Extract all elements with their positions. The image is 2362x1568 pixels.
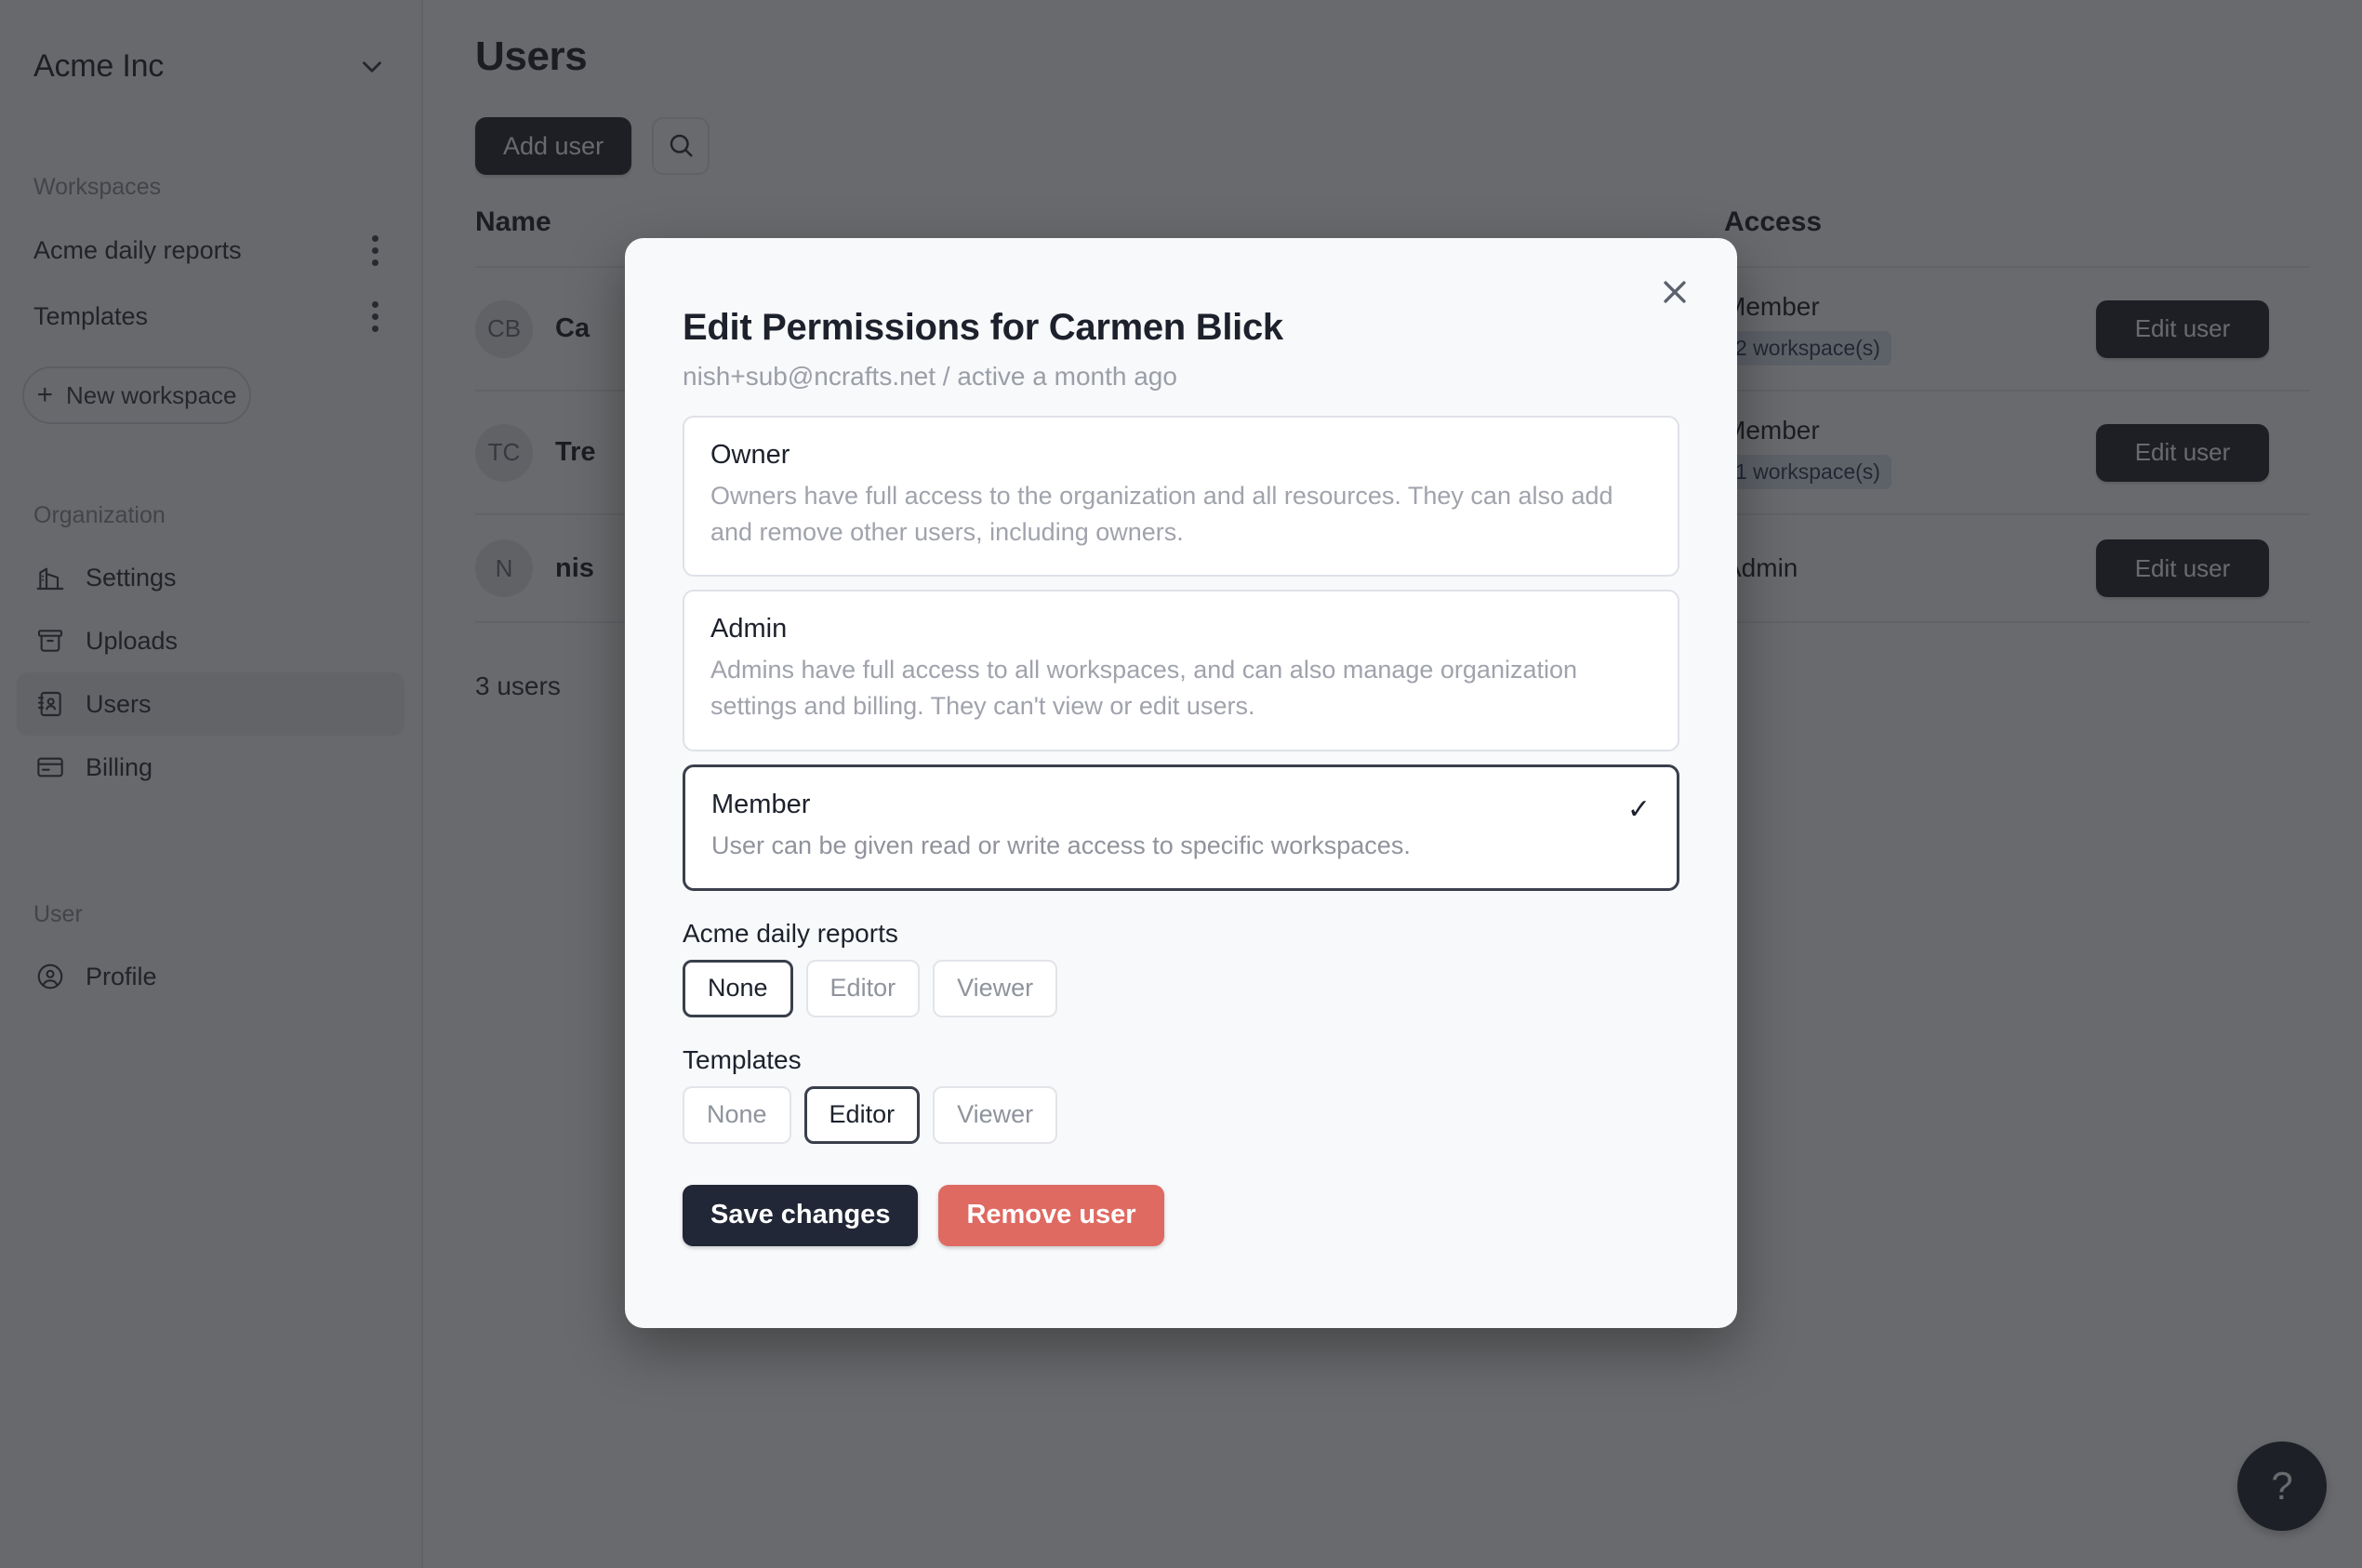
remove-user-button[interactable]: Remove user [938,1184,1164,1246]
permission-option-editor[interactable]: Editor [805,959,921,1017]
app-root: Acme Inc Workspaces Acme daily reports T… [0,0,2362,1568]
modal-title: Edit Permissions for Carmen Blick [683,307,1283,348]
permission-option-viewer[interactable]: Viewer [933,1085,1058,1144]
role-name: Owner [710,440,790,470]
workspace-permission-label: Templates [683,1044,802,1074]
permission-option-none[interactable]: None [683,1085,791,1144]
permission-option-none[interactable]: None [683,959,793,1017]
permission-segmented-control: None Editor Viewer [683,959,1679,1017]
permission-segmented-control: None Editor Viewer [683,1085,1679,1144]
edit-permissions-modal: Edit Permissions for Carmen Blick nish+s… [625,238,1737,1328]
workspace-permission-group: Templates None Editor Viewer [683,1045,1679,1144]
permission-option-viewer[interactable]: Viewer [933,959,1058,1017]
save-changes-button[interactable]: Save changes [683,1184,919,1246]
role-option-owner[interactable]: Owner Owners have full access to the org… [683,416,1679,578]
close-button[interactable] [1653,272,1696,314]
permission-option-editor[interactable]: Editor [803,1085,921,1144]
role-name: Admin [710,614,788,644]
role-option-member[interactable]: Member User can be given read or write a… [683,764,1679,891]
workspace-permission-group: Acme daily reports None Editor Viewer [683,919,1679,1017]
role-description: Admins have full access to all workspace… [710,656,1578,721]
role-description: User can be given read or write access t… [711,831,1411,859]
role-description: Owners have full access to the organizat… [710,482,1613,547]
close-icon [1659,276,1691,311]
workspace-permission-label: Acme daily reports [683,918,898,948]
role-option-admin[interactable]: Admin Admins have full access to all wor… [683,590,1679,751]
check-icon: ✓ [1626,793,1651,825]
modal-actions: Save changes Remove user [683,1184,1679,1246]
role-options: Owner Owners have full access to the org… [683,416,1679,891]
role-name: Member [711,789,811,819]
modal-subtitle: nish+sub@ncrafts.net / active a month ag… [683,362,1177,391]
